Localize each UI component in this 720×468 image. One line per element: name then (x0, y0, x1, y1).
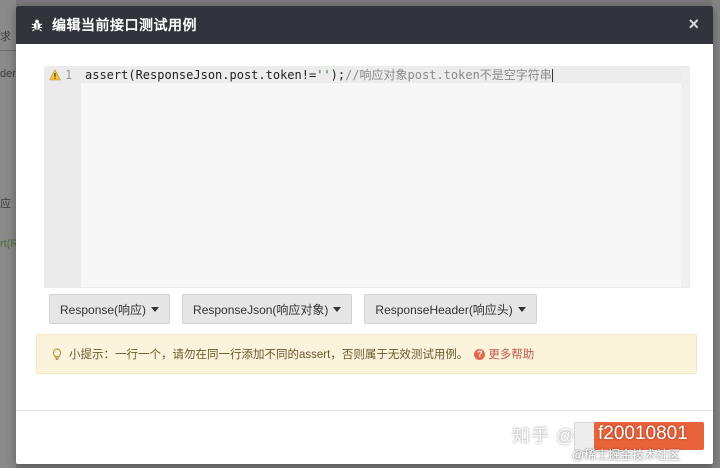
background-text: 应 (0, 198, 11, 210)
more-help-link[interactable]: ? 更多帮助 (474, 346, 534, 362)
code-comment: //响应对象post.token不是空字符串 (345, 68, 552, 82)
background-divider (0, 50, 16, 51)
insert-buttons: Response(响应) ResponseJson(响应对象) Response… (49, 294, 537, 324)
code-text-end: ); (330, 68, 346, 82)
tip-text: 小提示：一行一个，请勿在同一行添加不同的assert，否则属于无效测试用例。 (69, 349, 469, 361)
bulb-icon (52, 348, 62, 360)
code-line[interactable]: assert(ResponseJson.post.token!='');//响应… (85, 67, 553, 83)
footer-divider (16, 410, 713, 411)
close-button[interactable]: × (688, 15, 699, 33)
bug-icon (31, 19, 43, 32)
response-dropdown-button[interactable]: Response(响应) (49, 294, 171, 324)
caret-down-icon (333, 306, 342, 312)
editor-scrollbar[interactable] (681, 67, 689, 287)
editor-gutter: 1 (45, 67, 81, 287)
warning-icon[interactable] (49, 69, 61, 81)
background-page-right (712, 0, 720, 468)
watermark-community: @稀土掘金技术社区 (572, 448, 681, 462)
code-text: assert(ResponseJson.post.token!= (85, 68, 317, 82)
response-dropdown-label: Response(响应) (60, 302, 147, 317)
response-json-dropdown-label: ResponseJson(响应对象) (193, 302, 329, 317)
text-cursor (551, 69, 553, 82)
response-header-dropdown-button[interactable]: ResponseHeader(响应头) (364, 294, 537, 324)
more-help-label: 更多帮助 (488, 349, 535, 361)
modal-header: 编辑当前接口测试用例 × (16, 6, 713, 44)
background-text: der (0, 68, 16, 80)
tip-box: 小提示：一行一个，请勿在同一行添加不同的assert，否则属于无效测试用例。 ?… (36, 334, 697, 374)
background-text: 求 (0, 31, 11, 43)
caret-down-icon (517, 306, 526, 312)
response-json-dropdown-button[interactable]: ResponseJson(响应对象) (182, 294, 353, 324)
edit-test-case-modal: 编辑当前接口测试用例 × 1 assert(ResponseJson.post.… (16, 6, 713, 464)
response-header-dropdown-label: ResponseHeader(响应头) (375, 302, 513, 317)
modal-title: 编辑当前接口测试用例 (52, 17, 197, 33)
caret-down-icon (151, 306, 160, 312)
line-number: 1 (65, 68, 73, 82)
watermark-author: f20010801 (598, 423, 688, 444)
code-editor[interactable]: 1 assert(ResponseJson.post.token!='');//… (44, 66, 690, 288)
watermark-site: 知乎 @ (512, 426, 576, 446)
help-icon: ? (474, 348, 486, 360)
code-string: '' (316, 68, 331, 82)
